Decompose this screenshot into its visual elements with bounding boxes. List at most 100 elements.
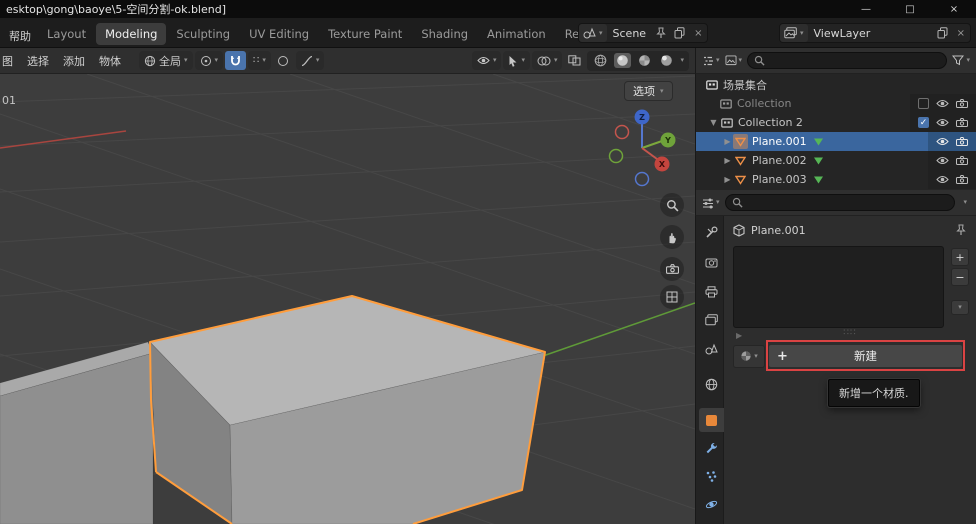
menu-help[interactable]: 帮助 [0,25,40,47]
row-scene-collection[interactable]: 场景集合 [696,75,976,94]
visibility-dropdown[interactable]: ▾ [472,51,502,70]
properties-search-input[interactable] [747,197,949,208]
tab-physics[interactable] [699,492,724,516]
tab-particles[interactable] [699,464,724,488]
overlays-dropdown[interactable]: ▾ [532,51,563,70]
tab-uv-editing[interactable]: UV Editing [240,23,318,45]
menu-add[interactable]: 添加 [57,50,91,72]
maximize-button[interactable]: □ [888,0,932,18]
snap-target-dropdown[interactable]: ▾ [195,51,224,70]
material-slot-list[interactable] [733,246,944,328]
render-camera-icon[interactable] [956,137,968,146]
scene-name[interactable]: Scene [607,27,653,40]
row-collection-2[interactable]: ▼ Collection 2 ✓ [696,113,976,132]
hide-eye-icon[interactable] [936,156,949,165]
outliner-search-input[interactable] [769,55,940,66]
properties-search[interactable] [725,194,956,211]
tab-render[interactable] [699,250,724,274]
row-plane-002[interactable]: ▶ Plane.002 [696,151,976,170]
row-collection[interactable]: Collection [696,94,976,113]
row-plane-001[interactable]: ▶ Plane.001 [696,132,976,151]
display-mode-dropdown[interactable]: ▾ [725,55,743,66]
minimize-button[interactable]: — [844,0,888,18]
pin-scene-button[interactable] [652,24,670,42]
resize-grip-icon[interactable]: ∷∷ [724,328,976,338]
shading-solid-button[interactable] [614,53,631,68]
options-dropdown[interactable]: 选项 ▾ [624,81,673,101]
close-button[interactable]: × [932,0,976,18]
pin-id-button[interactable] [956,224,966,239]
falloff-dropdown[interactable]: ▾ [296,51,325,70]
tab-modeling[interactable]: Modeling [96,23,166,45]
hide-eye-icon[interactable] [936,99,949,108]
new-scene-button[interactable] [670,24,689,42]
render-camera-icon[interactable] [956,99,968,108]
tab-shading[interactable]: Shading [412,23,477,45]
properties-editor-dropdown[interactable]: ▾ [702,197,720,209]
scene-browse-button[interactable]: ▾ [579,24,607,42]
editor-type-dropdown[interactable]: ▾ [702,55,720,67]
browse-material-dropdown[interactable]: ▾ [733,345,765,368]
exclude-checkbox[interactable]: ✓ [918,117,929,128]
remove-view-layer-icon[interactable]: × [952,28,970,39]
selected-box-object[interactable] [150,296,545,524]
snap-toggle[interactable] [225,51,246,70]
new-view-layer-button[interactable] [933,24,952,42]
hide-eye-icon[interactable] [936,175,949,184]
menu-select[interactable]: 选择 [21,50,55,72]
shading-material-button[interactable] [636,53,653,68]
tab-animation[interactable]: Animation [478,23,555,45]
remove-slot-button[interactable]: − [951,268,969,286]
tab-scene[interactable] [699,337,724,361]
menu-view[interactable]: 图 [0,50,19,72]
expand-arrow-icon[interactable]: ▶ [722,137,733,146]
tab-view-layer[interactable] [699,308,724,332]
tab-sculpting[interactable]: Sculpting [167,23,239,45]
camera-view-button[interactable] [660,257,684,281]
add-slot-button[interactable]: + [951,248,969,266]
row-plane-003[interactable]: ▶ Plane.003 [696,170,976,189]
tab-tool[interactable] [699,220,724,244]
render-camera-icon[interactable] [956,156,968,165]
zoom-tool-button[interactable] [660,193,684,217]
unselected-slab-object[interactable] [0,342,153,524]
slot-specials-dropdown[interactable]: ▾ [951,300,969,315]
menu-object[interactable]: 物体 [93,50,127,72]
shading-rendered-button[interactable] [658,53,675,68]
expand-arrow-icon[interactable]: ▶ [722,175,733,184]
tab-layout[interactable]: Layout [38,23,95,45]
pan-tool-button[interactable] [660,225,684,249]
chevron-down-icon[interactable]: ▾ [960,199,970,206]
tab-world[interactable] [699,372,724,396]
view-layer-browse-button[interactable]: ▾ [780,24,808,42]
view-layer-name[interactable]: ViewLayer [808,27,933,40]
xray-toggle[interactable] [564,51,585,70]
expand-arrow-icon[interactable]: ▶ [722,156,733,165]
render-camera-icon[interactable] [956,175,968,184]
render-camera-icon[interactable] [956,118,968,127]
tab-texture-paint[interactable]: Texture Paint [319,23,411,45]
hide-eye-icon[interactable] [936,137,949,146]
hide-eye-icon[interactable] [936,118,949,127]
orthographic-toggle-button[interactable] [660,285,684,309]
gizmo-minus-x-axis[interactable] [616,126,629,139]
snap-options-dropdown[interactable]: ∷ ▾ [248,51,271,70]
material-properties-panel: Plane.001 + − ▾ ▶ ∷∷ ▾ + 新建 [724,216,976,524]
transform-orientation-dropdown[interactable]: 全局 ▾ [139,51,193,70]
gizmo-minus-z-axis[interactable] [636,173,649,186]
proportional-editing-toggle[interactable] [273,51,294,70]
3d-viewport[interactable]: 01 选项 ▾ Z Y X [0,74,695,524]
tab-output[interactable] [699,280,724,304]
gizmo-minus-y-axis[interactable] [610,150,623,163]
selectability-dropdown[interactable]: ▾ [503,51,530,70]
tab-object[interactable] [699,408,724,432]
exclude-checkbox[interactable] [918,98,929,109]
shading-wireframe-button[interactable] [592,53,609,68]
unlink-scene-icon[interactable]: × [689,28,707,39]
new-material-button[interactable]: + 新建 [768,344,963,368]
filter-dropdown[interactable]: ▾ [952,55,970,66]
collapse-arrow-icon[interactable]: ▼ [708,118,719,127]
navigation-gizmo[interactable]: Z Y X [598,102,688,192]
tab-modifiers[interactable] [699,436,724,460]
outliner-search[interactable] [747,52,947,69]
